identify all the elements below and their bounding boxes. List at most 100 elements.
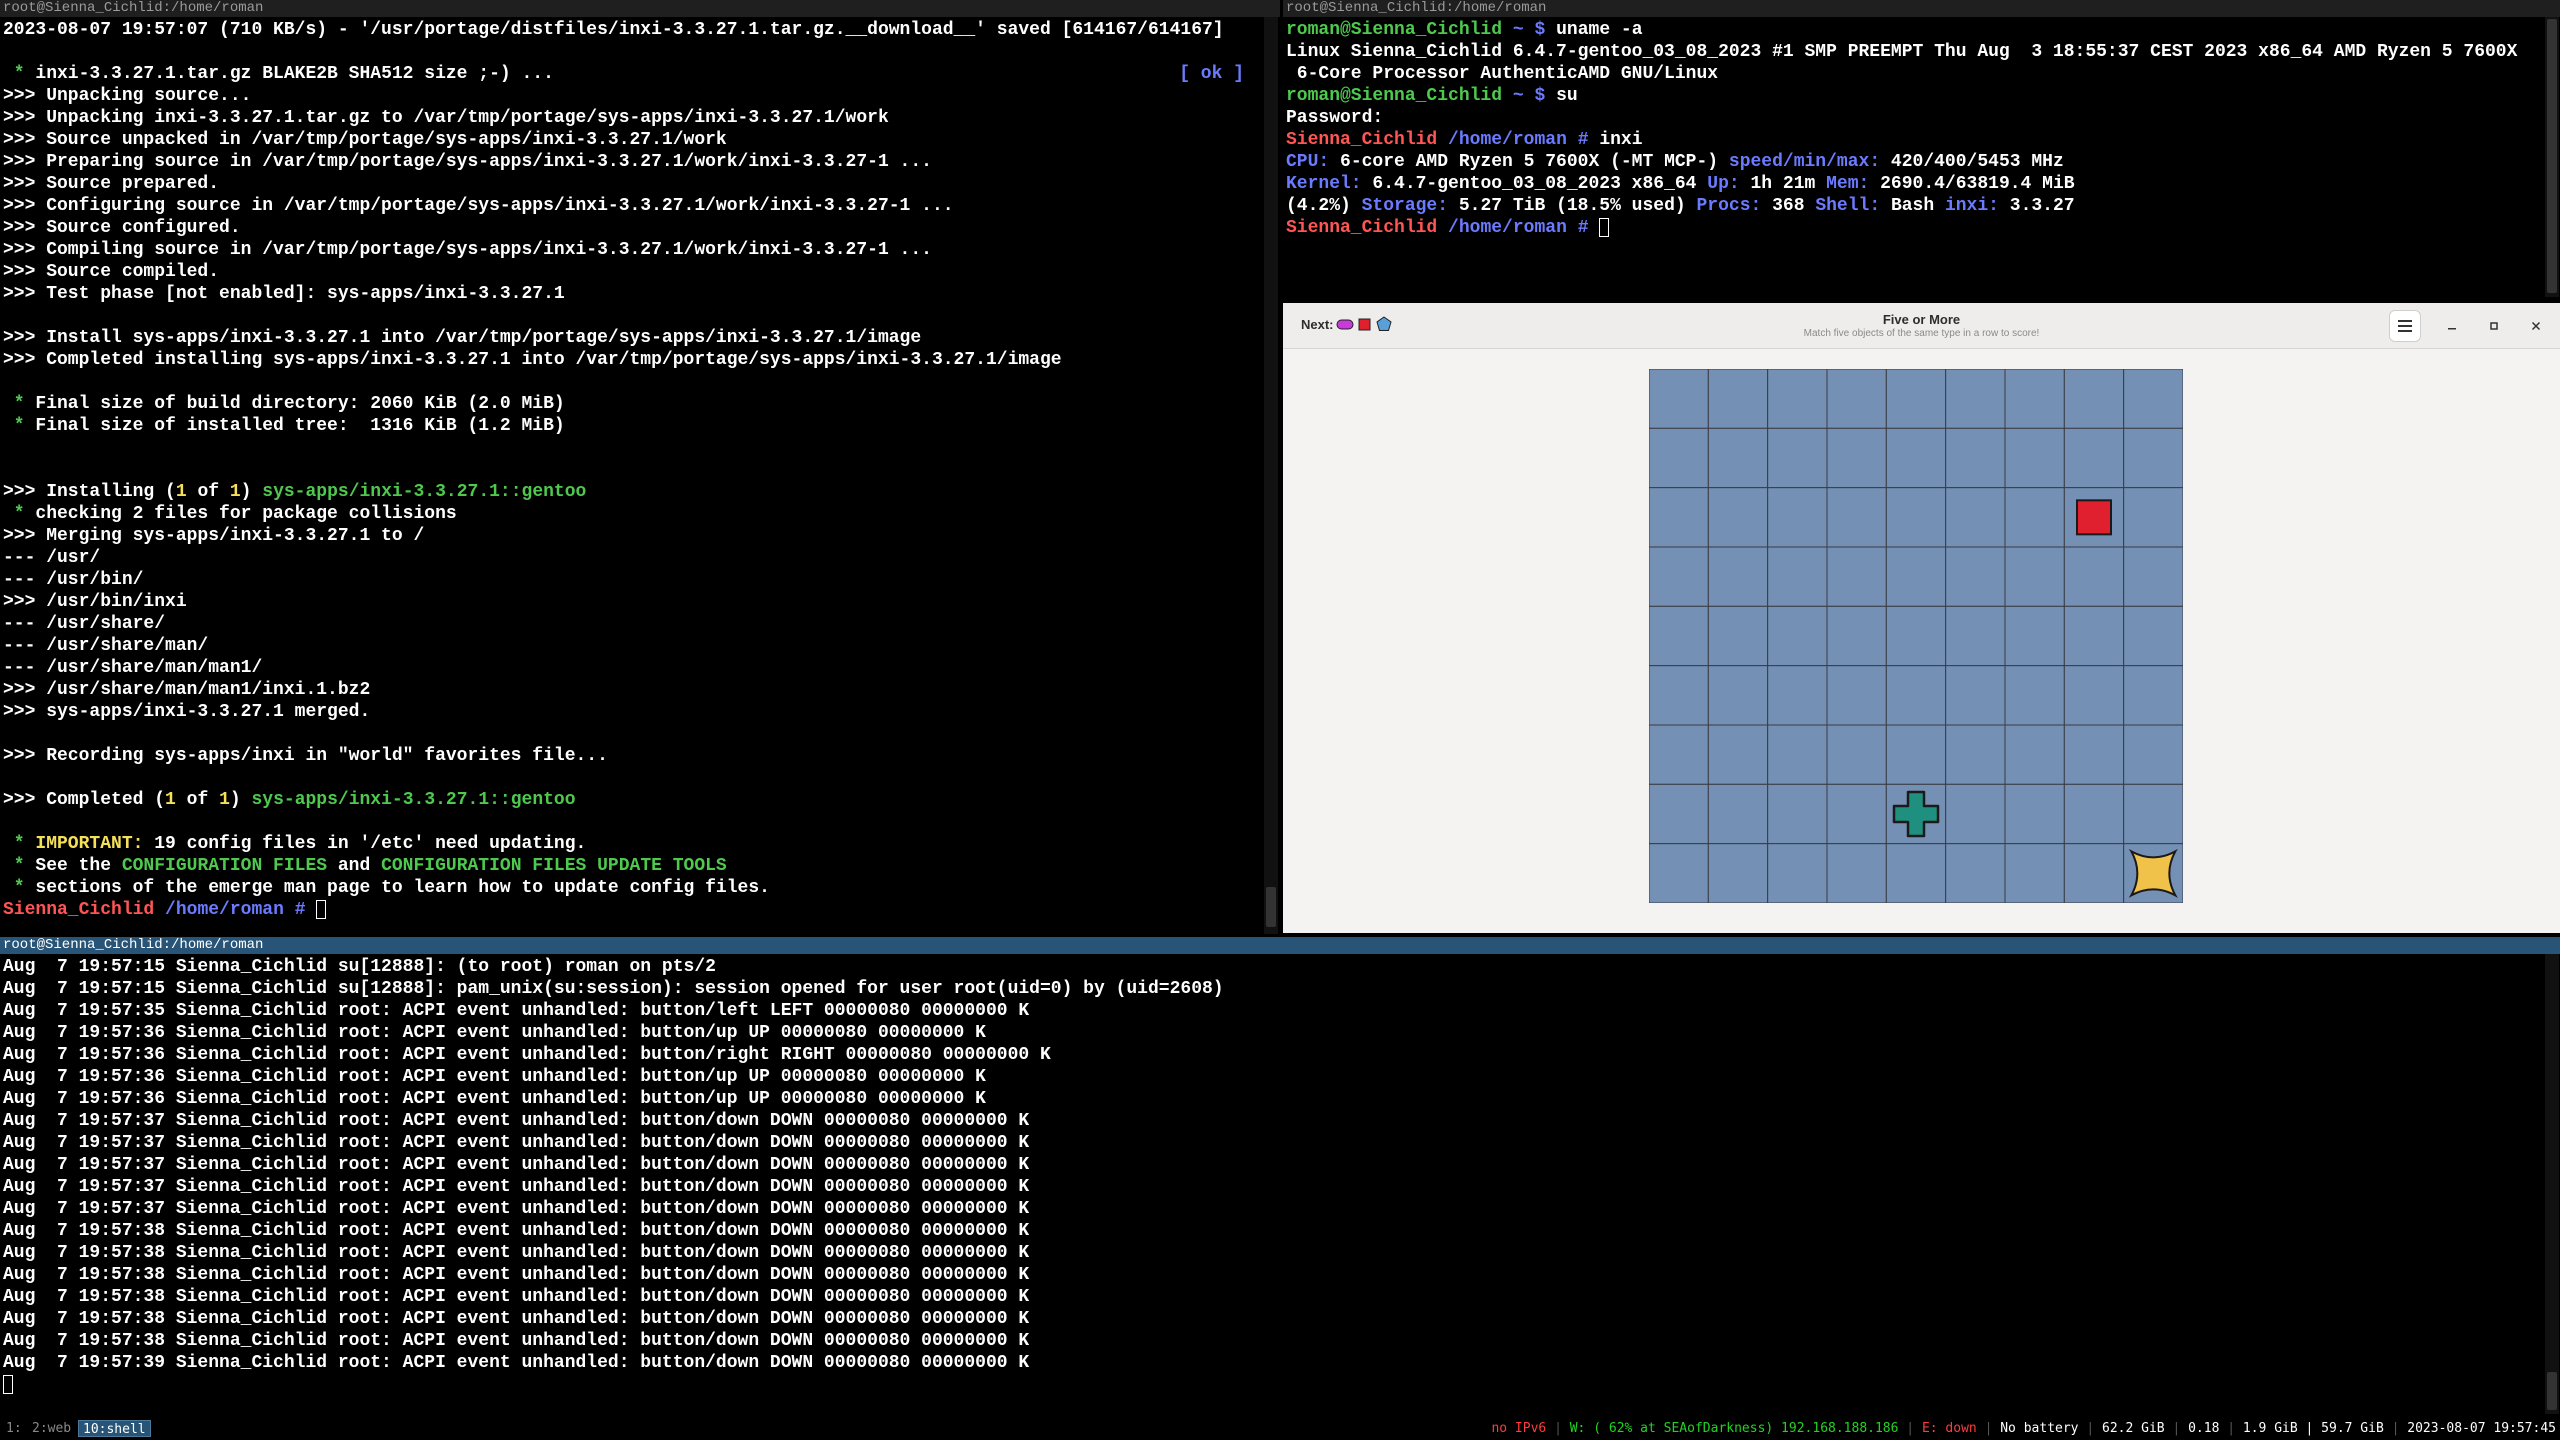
board-cell[interactable] (1826, 427, 1887, 489)
board-cell[interactable] (1945, 546, 2006, 607)
board-cell[interactable] (2063, 724, 2125, 785)
board-cell[interactable] (1649, 665, 1709, 726)
board-cell[interactable] (1826, 843, 1887, 903)
board-cell[interactable] (1649, 487, 1709, 548)
board-cell[interactable] (1826, 724, 1887, 785)
board-cell[interactable] (1826, 487, 1887, 548)
board-cell[interactable] (1767, 783, 1828, 845)
board-cell[interactable] (2004, 783, 2065, 845)
emerge-line (3, 723, 1264, 745)
board-cell[interactable] (2123, 605, 2183, 667)
board-cell[interactable] (1885, 487, 1947, 548)
board-cell[interactable] (2063, 369, 2125, 429)
board-cell[interactable] (1767, 605, 1828, 667)
board-cell[interactable] (1885, 843, 1947, 903)
board-cell[interactable] (2063, 605, 2125, 667)
board-cell[interactable] (1707, 369, 1769, 429)
syslog-scrollbar[interactable] (2545, 954, 2559, 1414)
board-cell[interactable] (1767, 843, 1828, 903)
emerge-scrollbar-thumb[interactable] (1266, 887, 1276, 927)
board-cell[interactable] (2004, 724, 2065, 785)
board-cell[interactable] (1649, 724, 1709, 785)
board-cell[interactable] (1649, 783, 1709, 845)
board-cell[interactable] (2123, 546, 2183, 607)
board-cell[interactable] (1945, 487, 2006, 548)
board-cell[interactable] (1649, 369, 1709, 429)
maximize-button[interactable] (2482, 310, 2506, 342)
board-cell[interactable] (1826, 369, 1887, 429)
board-cell[interactable] (1649, 605, 1709, 667)
board-cell[interactable] (1649, 843, 1709, 903)
board-cell[interactable] (1885, 605, 1947, 667)
workspace-button[interactable]: 10:shell (78, 1420, 151, 1437)
board-cell[interactable] (2123, 427, 2183, 489)
board-cell[interactable] (2123, 783, 2183, 845)
board-cell[interactable] (1767, 724, 1828, 785)
board-cell[interactable] (1767, 546, 1828, 607)
window-title-top-left[interactable]: root@Sienna_Cichlid:/home/roman (0, 0, 1280, 17)
board-cell[interactable] (1707, 546, 1769, 607)
board-cell[interactable] (2004, 843, 2065, 903)
board-cell[interactable] (1945, 843, 2006, 903)
board-cell[interactable] (2063, 546, 2125, 607)
syslog-terminal[interactable]: Aug 7 19:57:15 Sienna_Cichlid su[12888]:… (0, 954, 2545, 1414)
board-cell[interactable] (1945, 427, 2006, 489)
workspace-button[interactable]: 2:web (28, 1420, 75, 1437)
workspace-button[interactable]: 1: (2, 1420, 26, 1437)
board-cell[interactable] (2004, 665, 2065, 726)
board-cell[interactable] (1707, 843, 1769, 903)
board-cell[interactable] (2123, 724, 2183, 785)
board-cell[interactable] (1885, 724, 1947, 785)
board-cell[interactable] (2063, 783, 2125, 845)
board-cell[interactable] (1826, 783, 1887, 845)
board-cell[interactable] (1707, 487, 1769, 548)
board-cell[interactable] (1767, 369, 1828, 429)
board-cell[interactable] (1767, 665, 1828, 726)
board-cell[interactable] (1826, 546, 1887, 607)
board-cell[interactable] (1707, 724, 1769, 785)
board-cell[interactable] (2123, 487, 2183, 548)
board-cell[interactable] (1885, 546, 1947, 607)
board-cell[interactable] (1649, 427, 1709, 489)
board-cell[interactable] (1885, 665, 1947, 726)
hamburger-menu-button[interactable] (2389, 310, 2421, 342)
board-cell[interactable] (1707, 783, 1769, 845)
board-cell[interactable] (1649, 546, 1709, 607)
board-cell[interactable] (2004, 487, 2065, 548)
inxi-scrollbar-thumb[interactable] (2547, 19, 2557, 293)
inxi-terminal[interactable]: roman@Sienna_Cichlid ~ $ uname -a Linux … (1283, 17, 2545, 297)
inxi-scrollbar[interactable] (2545, 17, 2559, 297)
board-cell[interactable] (1707, 605, 1769, 667)
board-cell[interactable] (2063, 665, 2125, 726)
board-cell[interactable] (1885, 369, 1947, 429)
window-title-top-right[interactable]: root@Sienna_Cichlid:/home/roman (1283, 0, 2560, 17)
board-cell[interactable] (1945, 605, 2006, 667)
board-cell[interactable] (2004, 369, 2065, 429)
board-cell[interactable] (1707, 427, 1769, 489)
board-cell[interactable] (1707, 665, 1769, 726)
close-button[interactable] (2524, 310, 2548, 342)
board-cell[interactable] (1826, 605, 1887, 667)
board-cell[interactable] (2004, 546, 2065, 607)
board-cell[interactable] (2004, 605, 2065, 667)
board-cell[interactable] (2123, 665, 2183, 726)
board-cell[interactable] (1767, 487, 1828, 548)
board-cell[interactable] (2123, 369, 2183, 429)
bullet-star: * (3, 416, 36, 436)
board-cell[interactable] (1945, 783, 2006, 845)
board-cell[interactable] (2063, 843, 2125, 903)
syslog-scrollbar-thumb[interactable] (2547, 1372, 2557, 1410)
board-cell[interactable] (2004, 427, 2065, 489)
emerge-terminal[interactable]: 2023-08-07 19:57:07 (710 KB/s) - '/usr/p… (0, 17, 1264, 934)
board-cell[interactable] (1945, 665, 2006, 726)
emerge-scrollbar[interactable] (1264, 17, 1278, 934)
board-cell[interactable] (1826, 665, 1887, 726)
board-cell[interactable] (2063, 427, 2125, 489)
minimize-button[interactable] (2440, 310, 2464, 342)
board-cell[interactable] (1885, 427, 1947, 489)
game-board[interactable] (1649, 369, 2183, 903)
board-cell[interactable] (1945, 369, 2006, 429)
window-title-bottom[interactable]: root@Sienna_Cichlid:/home/roman (0, 937, 2560, 954)
board-cell[interactable] (1767, 427, 1828, 489)
board-cell[interactable] (1945, 724, 2006, 785)
